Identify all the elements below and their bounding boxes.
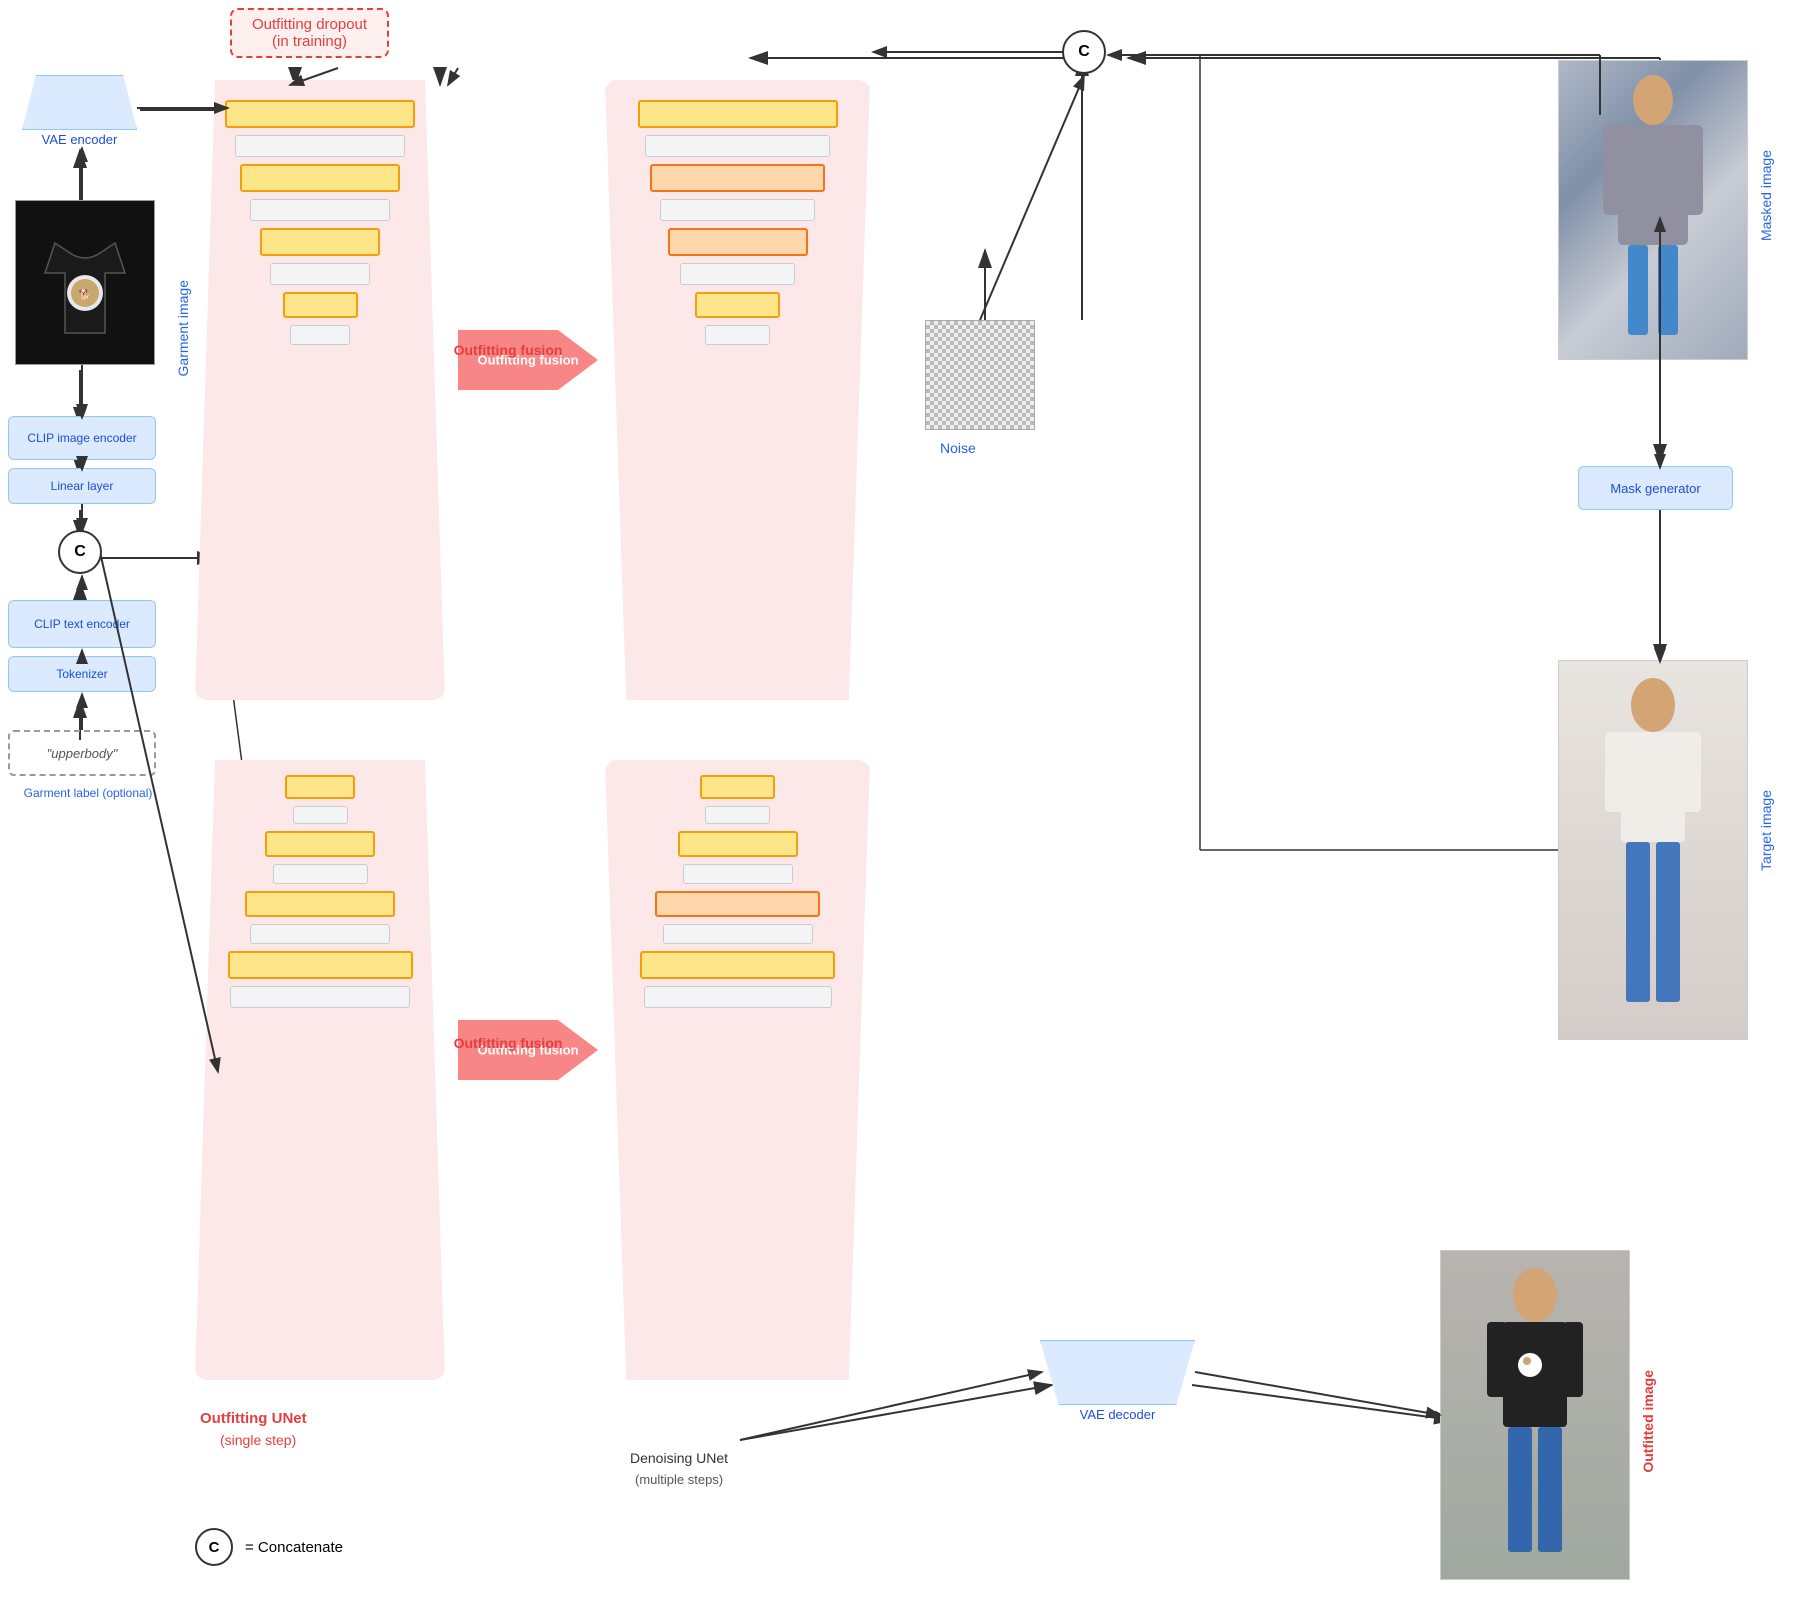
clip-image-encoder: CLIP image encoder xyxy=(8,416,156,460)
clip-text-encoder: CLIP text encoder xyxy=(8,600,156,648)
outfitting-fusion-bottom: Outfitting fusion xyxy=(458,1010,598,1090)
masked-image-label: Masked image xyxy=(1758,150,1774,241)
outfitted-image xyxy=(1440,1250,1630,1580)
tokenizer: Tokenizer xyxy=(8,656,156,692)
target-image-label: Target image xyxy=(1758,790,1774,871)
concat-legend: C = Concatenate xyxy=(195,1528,343,1566)
concat-circle-top-right: C xyxy=(1062,30,1106,74)
mask-generator: Mask generator xyxy=(1578,466,1733,510)
outfitting-unet-label: Outfitting UNet xyxy=(200,1410,307,1427)
vae-encoder-left: VAE encoder xyxy=(22,75,137,147)
denoising-unet-label: Denoising UNet xyxy=(630,1450,728,1466)
svg-text:🐕: 🐕 xyxy=(79,288,91,301)
noise-box xyxy=(925,320,1035,430)
outfitting-unet-bottom-blocks xyxy=(215,775,425,1008)
denoising-unet-top-blocks xyxy=(615,100,860,345)
denoising-unet-bottom-blocks xyxy=(615,775,860,1008)
denoising-unet-sublabel: (multiple steps) xyxy=(635,1472,723,1487)
outfitting-fusion-top: Outfitting fusion xyxy=(458,320,598,400)
noise-label: Noise xyxy=(940,440,976,456)
concat-circle-left: C xyxy=(58,530,102,574)
outfitting-unet-top-blocks xyxy=(215,100,425,345)
outfitting-unet-sublabel: (single step) xyxy=(220,1432,296,1448)
garment-label-box: "upperbody" xyxy=(8,730,156,776)
outfitted-image-label: Outfitted image xyxy=(1640,1370,1656,1473)
linear-layer: Linear layer xyxy=(8,468,156,504)
vae-decoder: VAE decoder xyxy=(1040,1340,1195,1422)
garment-label-optional: Garment label (optional) xyxy=(8,786,168,800)
outfitting-dropout-label: Outfitting dropout (in training) xyxy=(230,8,389,58)
garment-image-label: Garment image xyxy=(175,280,191,376)
target-image xyxy=(1558,660,1748,1040)
garment-image: 🐕 xyxy=(15,200,155,365)
masked-image xyxy=(1558,60,1748,360)
